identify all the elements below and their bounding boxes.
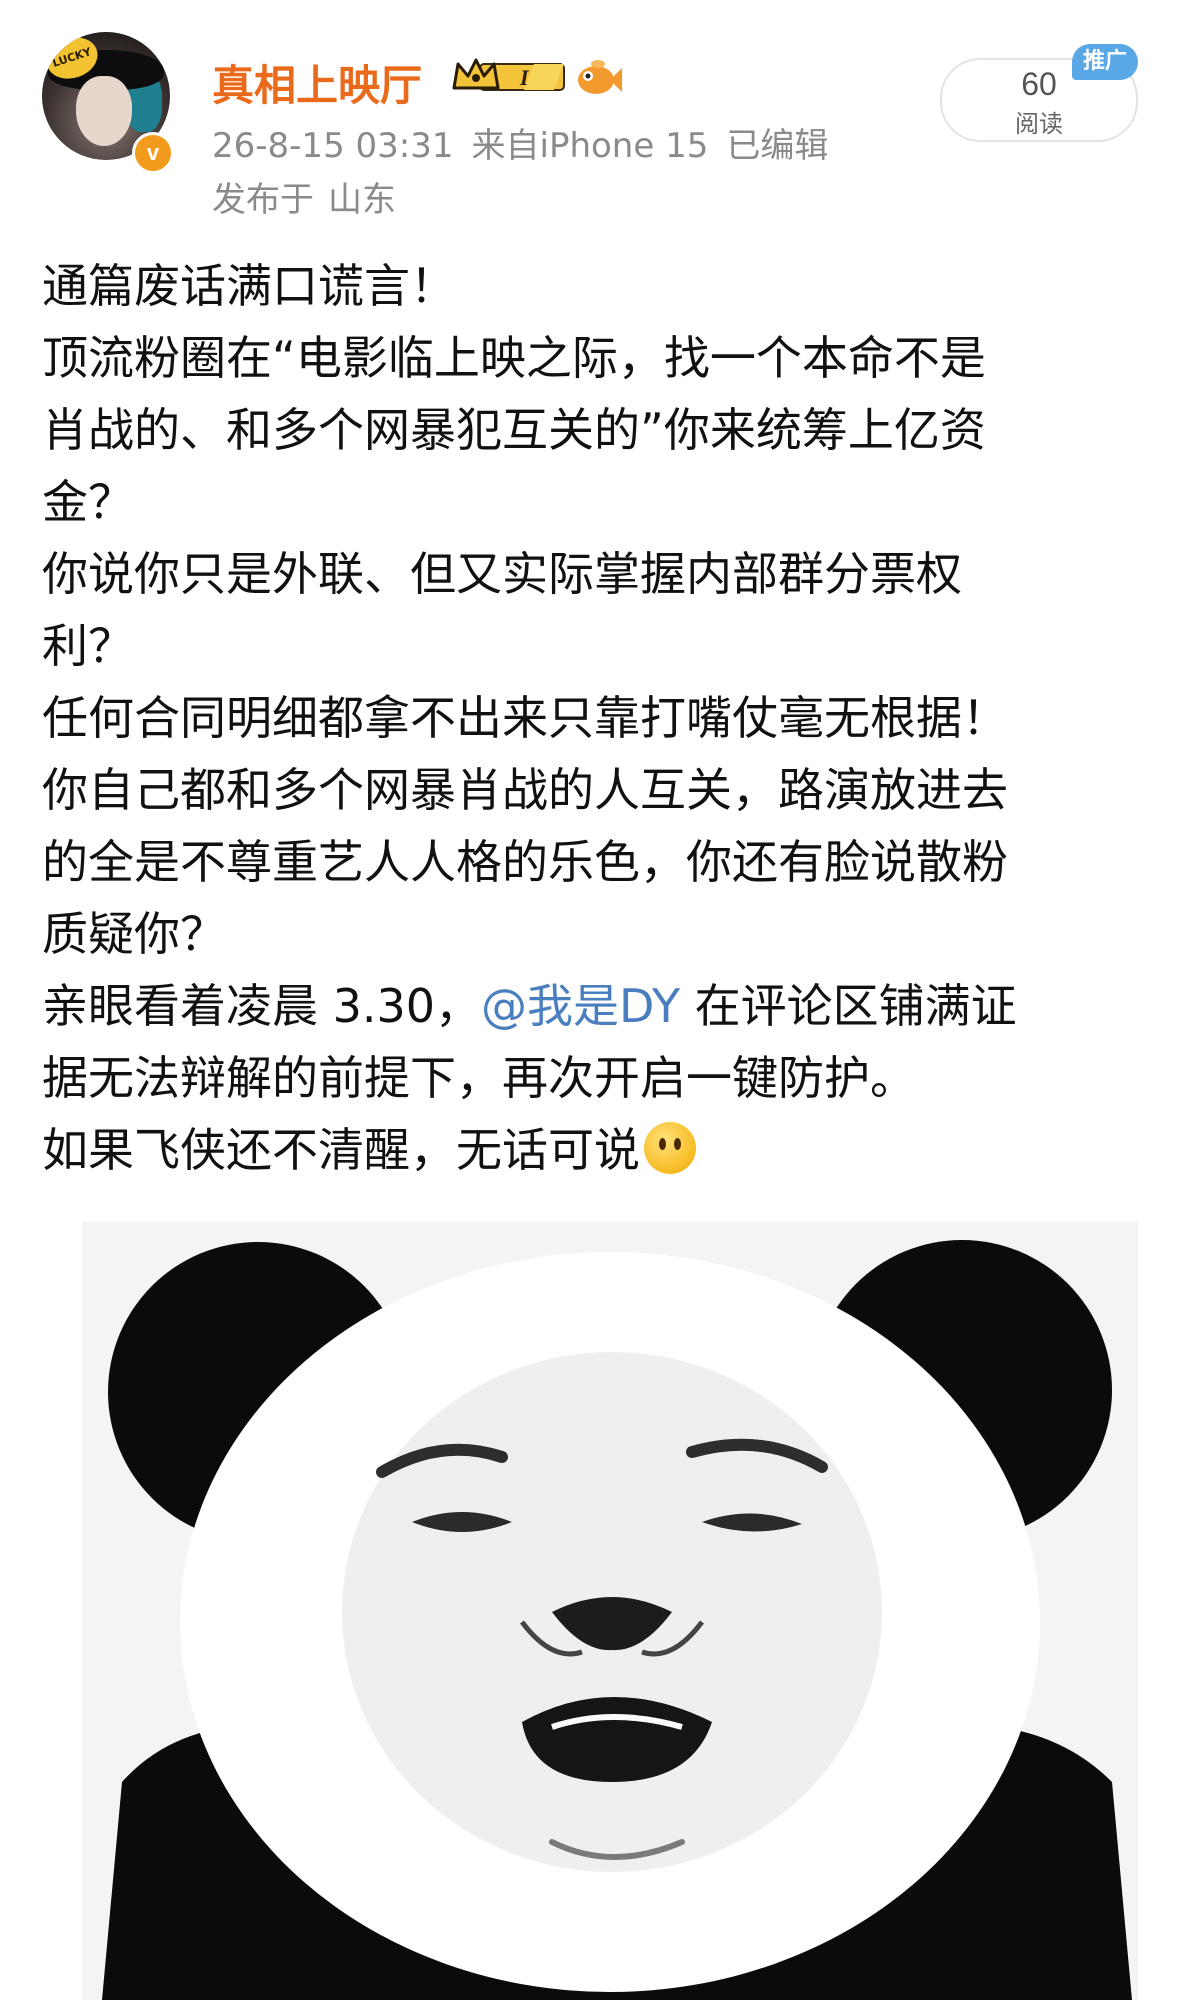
panda-meme-image[interactable] <box>82 1222 1138 2000</box>
avatar-face <box>76 76 132 146</box>
read-label: 阅读 <box>1015 110 1063 138</box>
body-text: 如果飞侠还不清醒，无话可说 <box>42 1123 640 1177</box>
body-line: 质疑你？ <box>42 907 226 961</box>
body-line: 如果飞侠还不清醒，无话可说 <box>42 1114 1142 1186</box>
body-line: 你说你只是外联、但又实际掌握内部群分票权 <box>42 547 962 601</box>
post-time: 26-8-15 03:31 <box>212 126 454 166</box>
body-line: 通篇废话满口谎言！ <box>42 259 456 313</box>
body-line: 你自己都和多个网暴肖战的人互关，路演放进去 <box>42 763 1008 817</box>
body-line: 亲眼看着凌晨 3.30，@我是DY 在评论区铺满证 <box>42 970 1142 1042</box>
body-text: 亲眼看着凌晨 3.30， <box>42 979 482 1033</box>
mention-link[interactable]: @我是DY <box>481 979 680 1033</box>
fish-badge-icon[interactable] <box>574 56 622 100</box>
post-source[interactable]: 来自iPhone 15 <box>472 126 709 166</box>
body-line: 利？ <box>42 619 134 673</box>
verified-badge-icon: v <box>132 132 174 174</box>
post-meta: 26-8-15 03:31 来自iPhone 15 已编辑 <box>212 118 846 167</box>
body-line: 据无法辩解的前提下，再次开启一键防护。 <box>42 1051 916 1105</box>
body-line: 顶流粉圈在“电影临上映之际，找一个本命不是 <box>42 331 986 385</box>
location-prefix: 发布于 <box>212 180 314 220</box>
location-value: 山东 <box>328 180 396 220</box>
body-text: 在评论区铺满证 <box>680 979 1017 1033</box>
level-badge-text: I <box>519 65 530 90</box>
hushed-face-emoji-icon <box>644 1122 696 1174</box>
author-name[interactable]: 真相上映厅 <box>212 52 422 113</box>
post-body: 通篇废话满口谎言！ 顶流粉圈在“电影临上映之际，找一个本命不是 肖战的、和多个网… <box>42 250 1142 1186</box>
body-line: 任何合同明细都拿不出来只靠打嘴仗毫无根据！ <box>42 691 1008 745</box>
body-line: 的全是不尊重艺人人格的乐色，你还有脸说散粉 <box>42 835 1008 889</box>
post-location: 发布于 山东 <box>212 172 396 221</box>
crown-level-badge-icon[interactable]: I <box>450 56 568 96</box>
body-line: 肖战的、和多个网暴犯互关的”你来统筹上亿资 <box>42 403 986 457</box>
promo-tag[interactable]: 推广 <box>1072 44 1138 80</box>
body-line: 金？ <box>42 475 134 529</box>
edited-label[interactable]: 已编辑 <box>726 126 828 166</box>
